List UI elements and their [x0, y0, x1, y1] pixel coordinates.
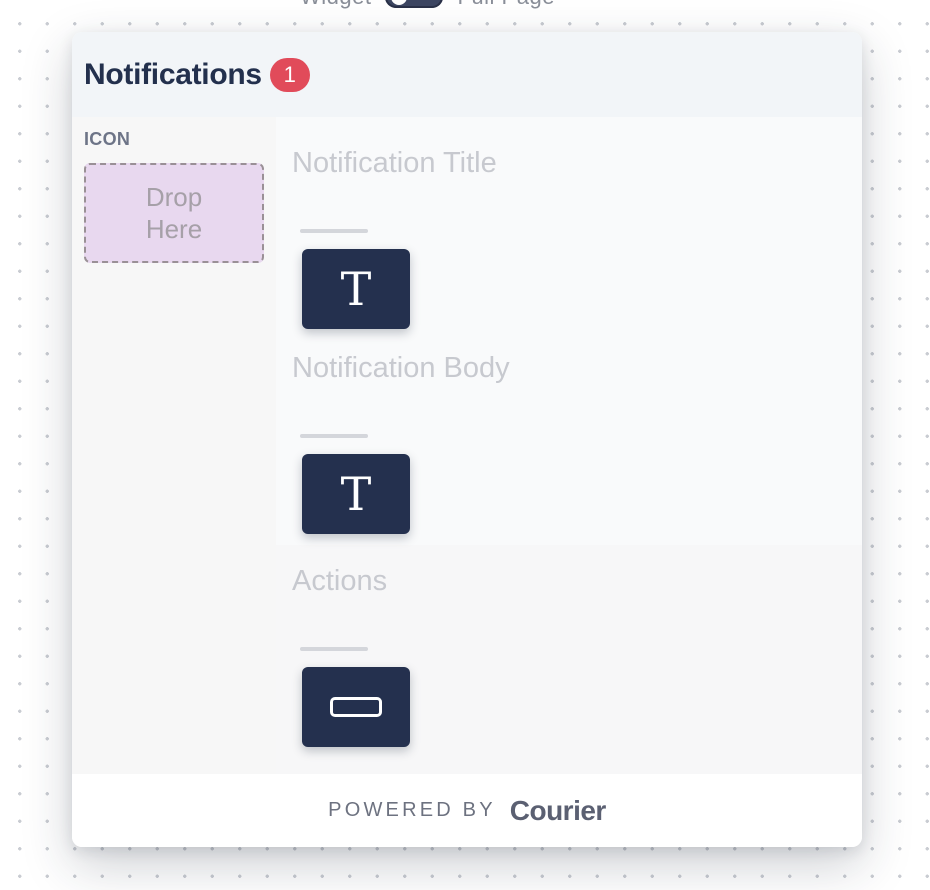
text-icon: T [340, 467, 372, 521]
view-mode-toggle[interactable] [385, 0, 444, 8]
button-shape-icon [330, 697, 382, 717]
unread-count-badge: 1 [269, 57, 310, 92]
section-divider [300, 434, 368, 438]
inbox-header: Notifications 1 [72, 32, 862, 117]
action-block-button[interactable] [302, 667, 410, 747]
courier-logo[interactable]: Courier [510, 795, 607, 827]
section-title-notification-body: Notification Body [292, 352, 510, 384]
icon-column: ICON Drop Here [72, 117, 276, 774]
powered-by-footer: POWERED BY Courier [72, 774, 862, 847]
text-icon: T [340, 262, 372, 316]
widget-mode-label: Widget [300, 0, 371, 10]
view-mode-switch: Widget Full Page [300, 0, 555, 10]
section-title-actions: Actions [292, 565, 388, 597]
inbox-title: Notifications [84, 57, 262, 91]
section-divider [300, 229, 368, 233]
full-page-mode-label: Full Page [457, 0, 554, 10]
section-divider [300, 647, 368, 651]
powered-by-label: POWERED BY [328, 799, 496, 821]
text-block-button[interactable]: T [302, 454, 410, 534]
icon-column-label: ICON [84, 129, 131, 149]
notification-inbox-preview: Notifications 1 ICON Drop Here Notificat… [72, 32, 862, 847]
text-block-button[interactable]: T [302, 249, 410, 329]
notification-template-body: ICON Drop Here Notification Title T Noti… [72, 117, 862, 774]
section-title-notification-title: Notification Title [292, 147, 497, 179]
icon-drop-zone[interactable]: Drop Here [84, 163, 264, 263]
